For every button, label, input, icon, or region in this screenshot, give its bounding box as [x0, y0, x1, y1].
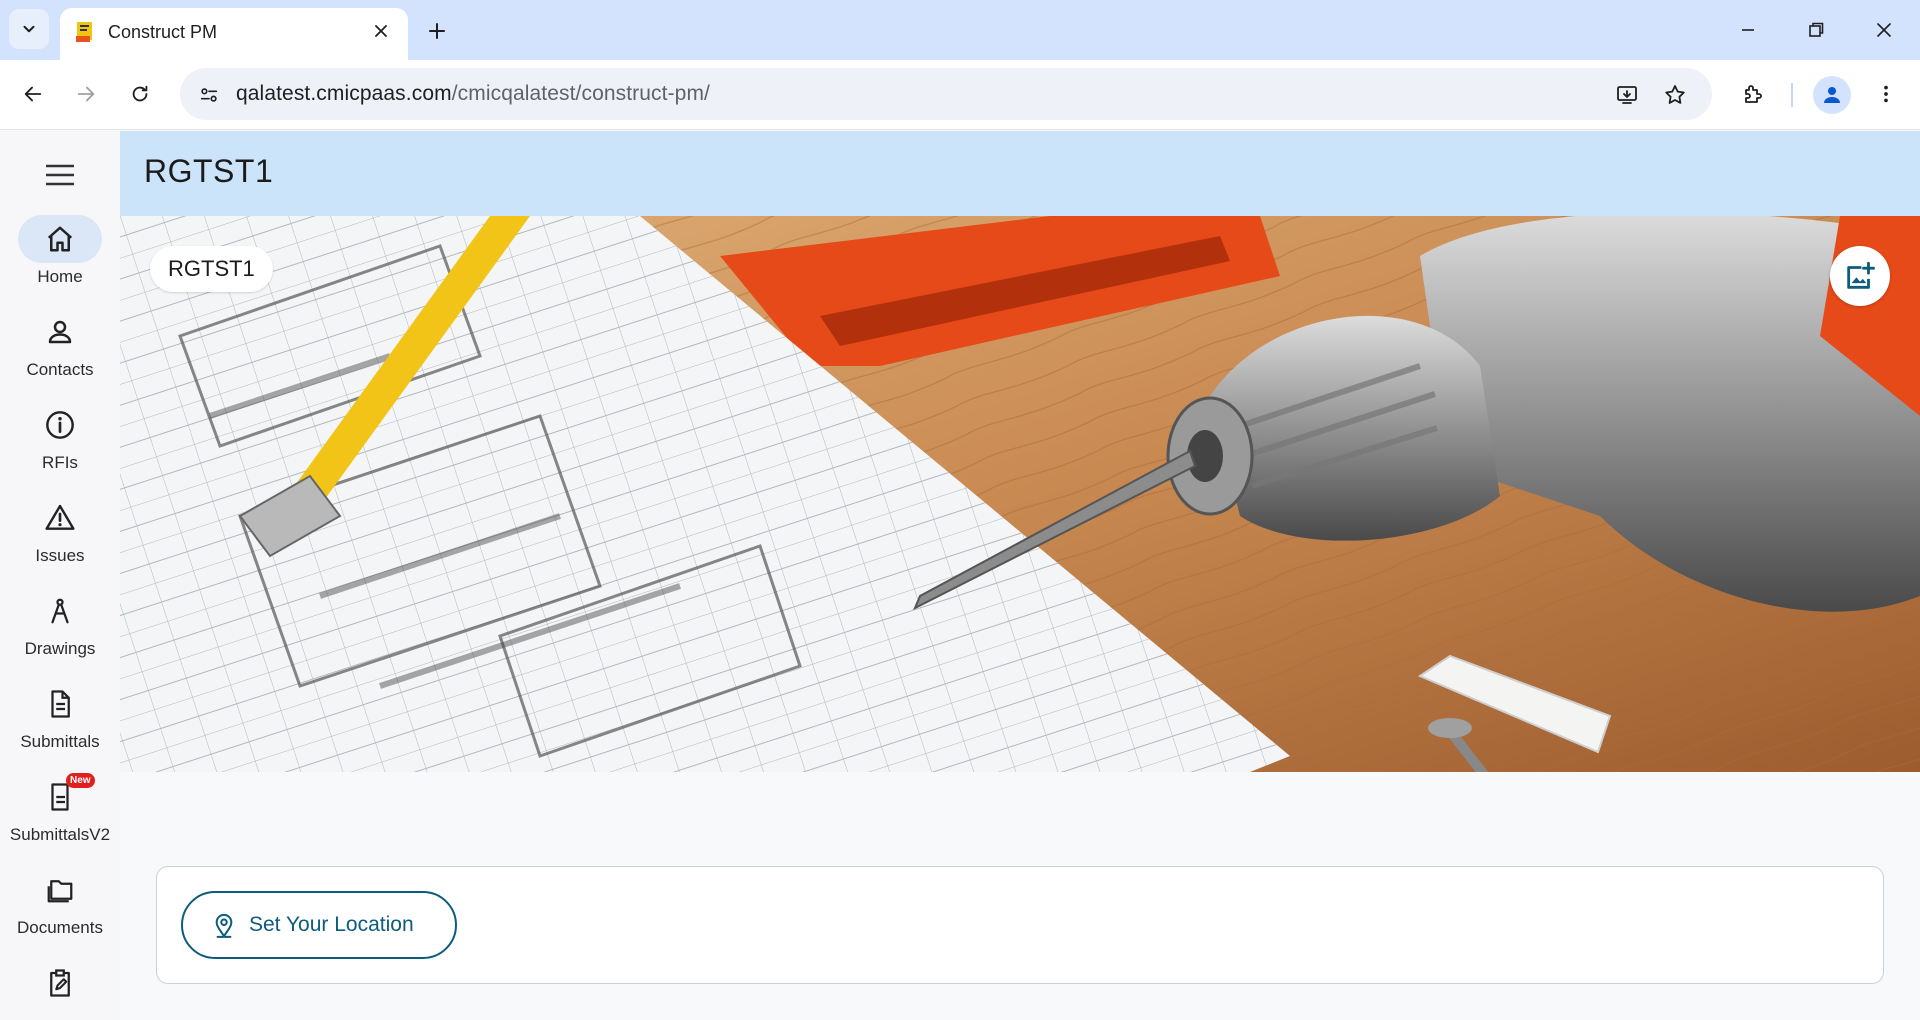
nav-item-clipboard[interactable]: [0, 959, 120, 1020]
reload-button[interactable]: [120, 74, 160, 114]
reload-icon: [132, 85, 148, 102]
nav-item-drawings[interactable]: Drawings: [0, 587, 120, 677]
profile-avatar-button[interactable]: [1813, 76, 1851, 114]
document-icon: [18, 680, 102, 728]
project-chip: RGTST1: [150, 246, 273, 292]
nav-label: Contacts: [26, 360, 94, 379]
location-card: Set Your Location: [156, 866, 1884, 984]
add-photo-icon: [1847, 261, 1875, 289]
minimize-window-button[interactable]: [1728, 10, 1768, 50]
extensions-button[interactable]: [1733, 74, 1773, 114]
tab-title: Construct PM: [108, 22, 218, 42]
document-new-icon: New: [18, 773, 102, 821]
browser-toolbar: qalatest.cmicpaas.com/cmicqalatest/const…: [0, 60, 1920, 130]
new-badge: New: [66, 773, 95, 788]
chevron-down-icon: [23, 25, 35, 33]
nav-item-home[interactable]: Home: [0, 215, 120, 305]
person-icon: [18, 308, 102, 356]
nav-item-submittalsv2[interactable]: New SubmittalsV2: [0, 773, 120, 863]
url-host: qalatest.cmicpaas.com: [236, 82, 452, 105]
close-window-button[interactable]: [1864, 10, 1904, 50]
restore-icon: [1809, 22, 1824, 37]
plus-icon: [429, 23, 445, 39]
folder-icon: [18, 866, 102, 914]
compass-icon: [18, 587, 102, 635]
tab-close-button[interactable]: [368, 18, 394, 44]
browser-tab[interactable]: Construct PM: [60, 8, 408, 60]
puzzle-icon: [1745, 85, 1762, 103]
nav-item-issues[interactable]: Issues: [0, 494, 120, 584]
forward-button[interactable]: [66, 74, 106, 114]
address-bar[interactable]: qalatest.cmicpaas.com/cmicqalatest/const…: [180, 68, 1712, 120]
home-icon: [18, 215, 102, 263]
site-settings-icon[interactable]: [194, 80, 224, 110]
arrow-right-icon: [77, 86, 95, 102]
tab-search-button[interactable]: [9, 9, 49, 49]
minimize-icon: [1742, 29, 1754, 31]
restore-window-button[interactable]: [1796, 10, 1836, 50]
nav-label: Drawings: [24, 639, 96, 658]
nav-item-submittals[interactable]: Submittals: [0, 680, 120, 770]
clipboard-edit-icon: [18, 959, 102, 1007]
banner-image: [120, 216, 1920, 772]
install-app-button[interactable]: [1610, 78, 1644, 112]
install-icon: [1617, 86, 1637, 104]
toolbar-separator: [1791, 83, 1793, 107]
url-path: /cmicqalatest/construct-pm/: [451, 82, 710, 105]
new-tab-button[interactable]: [420, 14, 454, 48]
star-icon: [1665, 85, 1685, 104]
nav-item-documents[interactable]: Documents: [0, 866, 120, 956]
back-button[interactable]: [13, 74, 53, 114]
location-pin-icon: [215, 913, 233, 938]
more-vert-icon: [1884, 85, 1888, 103]
nav-item-rfis[interactable]: RFIs: [0, 401, 120, 491]
set-location-label: Set Your Location: [249, 913, 414, 936]
nav-label: Documents: [17, 918, 103, 937]
change-banner-image-button[interactable]: [1830, 246, 1890, 306]
warning-icon: [18, 494, 102, 542]
nav-label: Submittals: [20, 732, 100, 751]
app-sidebar: Home Contacts RFIs Issues Drawings Submi…: [0, 131, 120, 1020]
project-header: RGTST1: [120, 131, 1920, 216]
set-location-button[interactable]: Set Your Location: [181, 891, 457, 959]
bookmark-button[interactable]: [1658, 78, 1692, 112]
nav-label: Home: [37, 267, 83, 286]
browser-tab-bar: Construct PM: [0, 0, 1920, 60]
page-title: RGTST1: [144, 153, 274, 189]
app-favicon-icon: [74, 20, 98, 44]
nav-label: Issues: [35, 546, 85, 565]
info-icon: [18, 401, 102, 449]
close-icon: [375, 25, 387, 37]
nav-label: RFIs: [42, 453, 78, 472]
close-icon: [1877, 23, 1891, 37]
menu-toggle-button[interactable]: [40, 155, 80, 195]
project-banner: RGTST1: [120, 216, 1920, 772]
arrow-left-icon: [24, 86, 42, 102]
url-text: qalatest.cmicpaas.com/cmicqalatest/const…: [236, 82, 710, 106]
person-icon: [1824, 87, 1840, 103]
nav-label: SubmittalsV2: [9, 825, 111, 844]
nav-item-contacts[interactable]: Contacts: [0, 308, 120, 398]
browser-menu-button[interactable]: [1866, 74, 1906, 114]
hamburger-menu-icon: [46, 164, 74, 186]
